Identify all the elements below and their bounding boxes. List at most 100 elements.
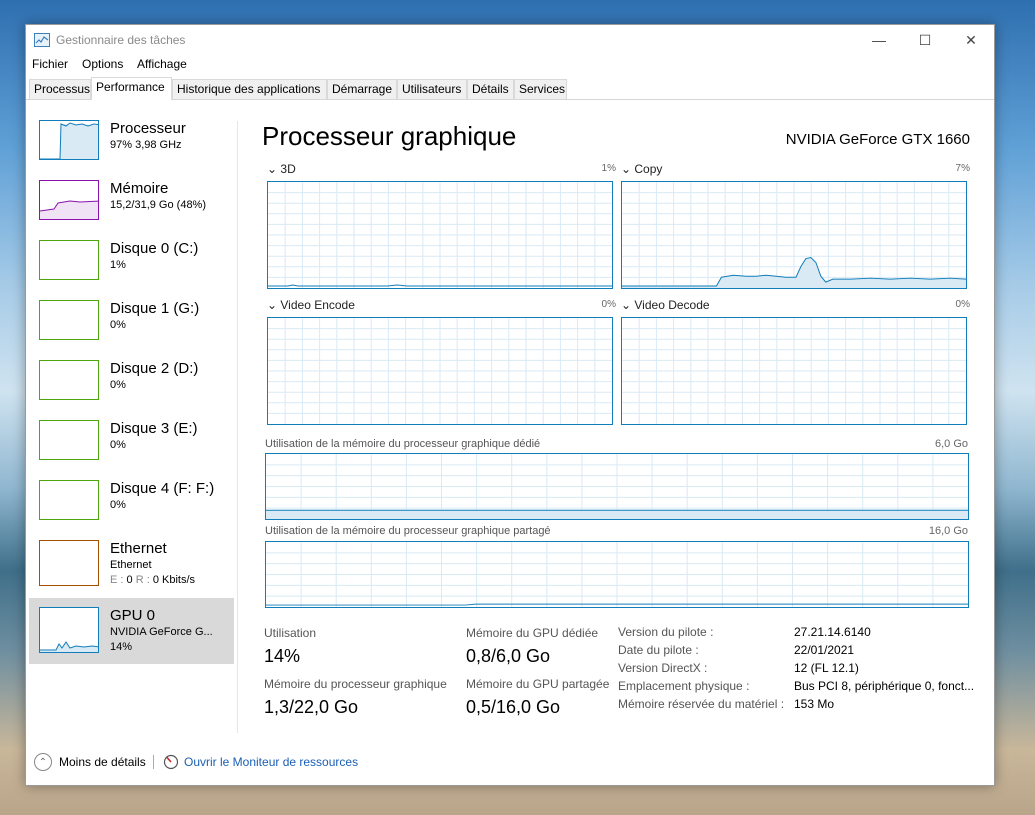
chevron-down-icon: ⌄	[621, 162, 635, 176]
open-resource-monitor-link[interactable]: Ouvrir le Moniteur de ressources	[184, 755, 358, 769]
sidebar-item-name: Ethernet	[110, 540, 167, 557]
graph-shared-memory-svg	[266, 542, 968, 607]
receive-value: 0 Kbits/s	[152, 574, 196, 586]
ethernet-throughput: E : 0 R : 0 Kbits/s	[110, 574, 195, 586]
disk-thumbnail	[39, 480, 99, 520]
graph-grid	[268, 318, 612, 424]
menu-fichier[interactable]: Fichier	[32, 57, 68, 71]
driver-date-label: Date du pilote :	[618, 643, 699, 657]
driver-date-value: 22/01/2021	[794, 643, 855, 657]
driver-version-value: 27.21.14.6140	[794, 625, 871, 639]
sidebar-item-detail: 15,2/31,9 Go (48%)	[110, 199, 207, 211]
sidebar-item-processeur[interactable]: Processeur 97% 3,98 GHz	[29, 115, 234, 173]
tab-strip: Processus Performance Historique des app…	[29, 77, 991, 100]
minimize-icon: —	[872, 32, 886, 48]
tab-utilisateurs[interactable]: Utilisateurs	[397, 79, 467, 99]
sidebar-item-ethernet[interactable]: Ethernet Ethernet E : 0 R : 0 Kbits/s	[29, 535, 234, 593]
sidebar-item-name: Processeur	[110, 120, 186, 137]
footer-bar: ⌃ Moins de détails Ouvrir le Moniteur de…	[26, 750, 994, 780]
sidebar-item-disque-4[interactable]: Disque 4 (F: F:) 0%	[29, 475, 234, 533]
chevron-down-icon: ⌄	[621, 298, 635, 312]
graph-grid	[622, 318, 966, 424]
sidebar-item-name: Mémoire	[110, 180, 169, 197]
reserved-memory-label: Mémoire réservée du matériel :	[618, 697, 785, 711]
graph-dedicated-memory	[265, 453, 969, 520]
sidebar-item-detail: 0%	[110, 499, 126, 511]
sidebar-item-name: Disque 1 (G:)	[110, 300, 200, 317]
engine-name: Video Encode	[280, 298, 355, 312]
gpu-memory-value: 1,3/22,0 Go	[264, 697, 359, 717]
directx-version-label: Version DirectX :	[618, 661, 708, 675]
tab-details[interactable]: Détails	[467, 79, 514, 99]
tab-historique[interactable]: Historique des applications	[172, 79, 327, 99]
disk-thumbnail	[39, 420, 99, 460]
directx-version-value: 12 (FL 12.1)	[794, 661, 859, 675]
tab-services[interactable]: Services	[514, 79, 567, 99]
sidebar-item-disque-2[interactable]: Disque 2 (D:) 0%	[29, 355, 234, 413]
physical-location-label: Emplacement physique :	[618, 679, 750, 693]
graph-video-decode-svg	[622, 318, 966, 424]
task-manager-icon	[34, 33, 50, 47]
close-button[interactable]: ✕	[948, 25, 994, 55]
sidebar-item-detail: 0%	[110, 319, 126, 331]
task-manager-window: Gestionnaire des tâches — ☐ ✕ Fichier Op…	[25, 24, 995, 786]
disk-thumbnail	[39, 360, 99, 400]
graph-shared-memory	[265, 541, 969, 608]
engine-label-copy[interactable]: ⌄ Copy	[621, 162, 662, 176]
menu-options[interactable]: Options	[82, 57, 123, 71]
graph-grid	[268, 182, 612, 288]
tab-performance[interactable]: Performance	[91, 77, 172, 100]
maximize-button[interactable]: ☐	[902, 25, 948, 55]
utilisation-value: 14%	[264, 646, 301, 666]
title-bar: Gestionnaire des tâches — ☐ ✕	[26, 25, 994, 55]
minimize-button[interactable]: —	[856, 25, 902, 55]
graph-3d-svg	[268, 182, 612, 288]
sidebar-item-disque-3[interactable]: Disque 3 (E:) 0%	[29, 415, 234, 473]
window-title: Gestionnaire des tâches	[56, 33, 186, 47]
engine-label-video-decode[interactable]: ⌄ Video Decode	[621, 298, 710, 312]
graph-grid	[266, 454, 968, 519]
graph-3d	[267, 181, 613, 289]
close-icon: ✕	[965, 31, 977, 48]
sidebar-item-memoire[interactable]: Mémoire 15,2/31,9 Go (48%)	[29, 175, 234, 233]
gpu-memory-label: Mémoire du processeur graphique	[264, 677, 447, 691]
dedicated-gpu-memory-value: 0,8/6,0 Go	[466, 646, 551, 666]
graph-grid	[266, 542, 968, 607]
graph-grid	[622, 182, 966, 288]
engine-label-video-encode[interactable]: ⌄ Video Encode	[267, 298, 355, 312]
engine-name: Copy	[634, 162, 663, 176]
sidebar-item-detail: 1%	[110, 259, 126, 271]
physical-location-value: Bus PCI 8, périphérique 0, fonct...	[794, 679, 975, 693]
send-value: 0	[126, 574, 133, 586]
cpu-thumbnail	[39, 120, 99, 160]
tab-processus[interactable]: Processus	[29, 79, 91, 99]
sidebar-item-name: Disque 2 (D:)	[110, 360, 199, 377]
reserved-memory-value: 153 Mo	[794, 697, 835, 711]
menu-affichage[interactable]: Affichage	[137, 57, 187, 71]
receive-label: R :	[135, 574, 150, 586]
engine-label-3d[interactable]: ⌄ 3D	[267, 162, 296, 176]
utilisation-label: Utilisation	[264, 626, 317, 640]
sidebar-item-detail: 97% 3,98 GHz	[110, 139, 182, 151]
shared-gpu-memory-value: 0,5/16,0 Go	[466, 697, 561, 717]
tab-demarrage[interactable]: Démarrage	[327, 79, 397, 99]
resource-monitor-icon[interactable]	[163, 754, 179, 770]
engine-pct-video-encode: 0%	[601, 299, 616, 310]
sidebar-item-usage: 14%	[110, 641, 133, 653]
dedicated-gpu-memory-label: Mémoire du GPU dédiée	[466, 626, 599, 640]
sidebar-item-name: Disque 4 (F: F:)	[110, 480, 215, 497]
disk-thumbnail	[39, 300, 99, 340]
gpu-device-name: NVIDIA GeForce GTX 1660	[785, 131, 970, 148]
less-details-link[interactable]: Moins de détails	[59, 755, 146, 769]
chevron-down-icon: ⌄	[267, 162, 281, 176]
engine-pct-video-decode: 0%	[955, 299, 970, 310]
sidebar-item-disque-1[interactable]: Disque 1 (G:) 0%	[29, 295, 234, 353]
gpu-thumbnail	[39, 607, 99, 653]
engine-pct-3d: 1%	[601, 163, 616, 174]
driver-version-label: Version du pilote :	[618, 625, 714, 639]
sidebar-item-name: Disque 3 (E:)	[110, 420, 198, 437]
sidebar-item-disque-0[interactable]: Disque 0 (C:) 1%	[29, 235, 234, 293]
chevron-up-icon[interactable]: ⌃	[34, 753, 52, 771]
sidebar-item-gpu-0[interactable]: GPU 0 NVIDIA GeForce G... 14%	[29, 598, 234, 664]
sidebar-item-detail: 0%	[110, 439, 126, 451]
